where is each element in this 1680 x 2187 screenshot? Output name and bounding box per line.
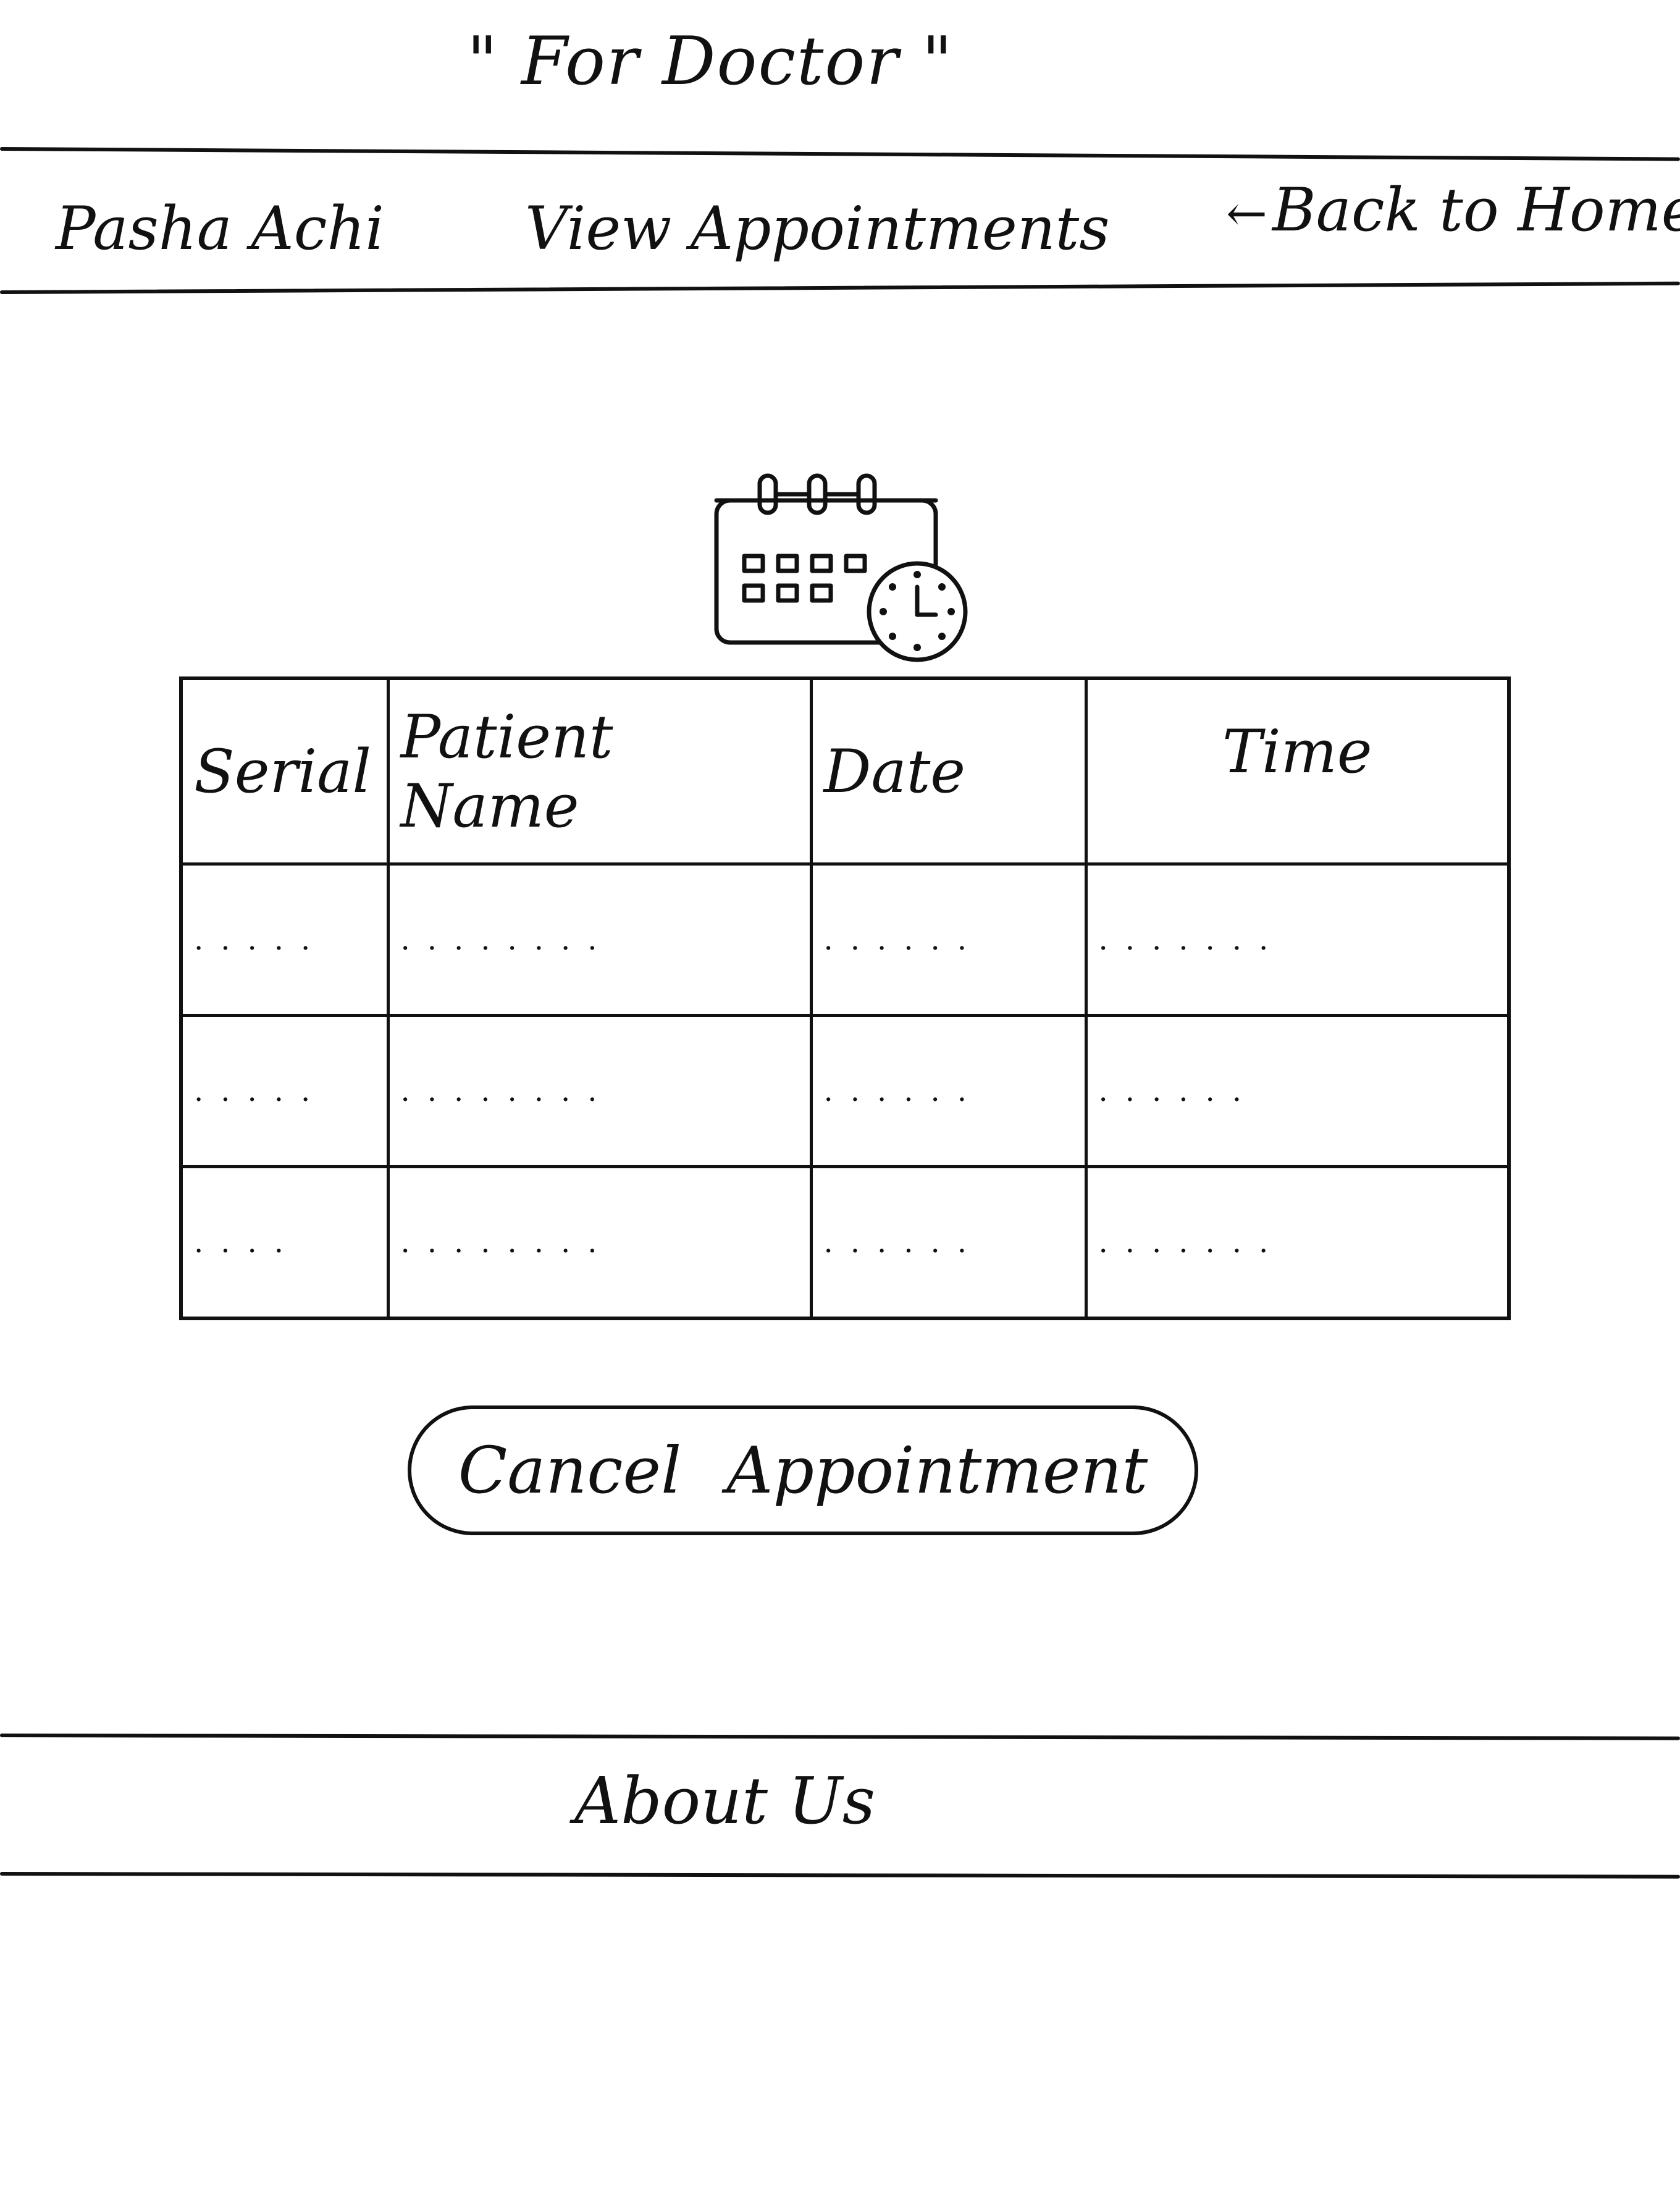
appointments-table: Serial Patient Name Date Time ..... ....… bbox=[179, 676, 1511, 1320]
nav-view-appointments[interactable]: View Appointments bbox=[525, 185, 1110, 272]
header-bottom-divider bbox=[0, 281, 1680, 294]
about-us-link[interactable]: About Us bbox=[574, 1755, 875, 1847]
footer-bottom-divider bbox=[0, 1872, 1680, 1879]
calendar-clock-icon bbox=[714, 473, 968, 662]
brand-logo[interactable]: Pasha Achi bbox=[56, 185, 384, 272]
cell-time: ...... bbox=[1084, 1014, 1511, 1168]
cell-date: ...... bbox=[809, 862, 1088, 1017]
table-row[interactable]: .... ........ ...... ....... bbox=[179, 1165, 1511, 1320]
cell-serial: .... bbox=[179, 1165, 390, 1320]
cell-date: ...... bbox=[809, 1165, 1088, 1320]
cell-date: ...... bbox=[809, 1014, 1088, 1168]
cell-patient-name: ........ bbox=[386, 1014, 813, 1168]
column-header-date: Date bbox=[809, 676, 1088, 866]
cell-patient-name: ........ bbox=[386, 862, 813, 1017]
table-row[interactable]: ..... ........ ...... ...... bbox=[179, 1014, 1511, 1168]
column-header-serial: Serial bbox=[179, 676, 390, 866]
back-to-home-label: Back to Home bbox=[1272, 175, 1680, 245]
cell-serial: ..... bbox=[179, 1014, 390, 1168]
header-top-divider bbox=[0, 147, 1680, 161]
cell-patient-name: ........ bbox=[386, 1165, 813, 1320]
footer-top-divider bbox=[0, 1734, 1680, 1740]
cell-time: ....... bbox=[1084, 1165, 1511, 1320]
column-header-time: Time bbox=[1084, 676, 1511, 866]
table-header-row: Serial Patient Name Date Time bbox=[179, 676, 1511, 866]
page-caption: " For Doctor " bbox=[466, 23, 954, 100]
cancel-appointment-button[interactable]: Cancel Appointment bbox=[408, 1405, 1198, 1535]
cell-time: ....... bbox=[1084, 862, 1511, 1017]
column-header-patient-name: Patient Name bbox=[386, 676, 813, 866]
table-row[interactable]: ..... ........ ...... ....... bbox=[179, 862, 1511, 1017]
back-to-home-link[interactable]: ←Back to Home bbox=[1226, 167, 1680, 253]
arrow-left-icon: ← bbox=[1226, 185, 1268, 242]
cell-serial: ..... bbox=[179, 862, 390, 1017]
